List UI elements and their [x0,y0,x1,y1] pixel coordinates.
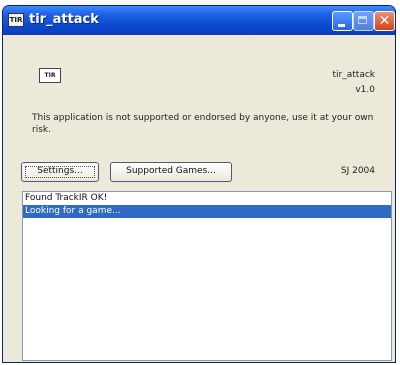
app-icon: TIR [8,13,24,27]
settings-button[interactable]: Settings... [21,162,99,182]
window-title: tir_attack [29,12,99,27]
title-bar[interactable]: TIR tir_attack ✕ [3,6,395,35]
focus-ring [25,166,95,178]
log-line[interactable]: Found TrackIR OK! [23,192,391,205]
disclaimer-text: This application is not supported or end… [32,113,374,135]
log-line-selected[interactable]: Looking for a game... [23,205,391,218]
supported-games-button[interactable]: Supported Games... [110,162,232,182]
log-listbox[interactable]: Found TrackIR OK! Looking for a game... [22,191,392,361]
maximize-button[interactable] [353,11,374,31]
minimize-button[interactable] [332,11,353,31]
trackir-logo: TIR [39,68,61,83]
app-version: v1.0 [355,85,375,95]
close-button[interactable]: ✕ [374,11,395,31]
copyright-text: SJ 2004 [340,166,375,176]
app-window: TIR tir_attack ✕ TIR tir_attack v1.0 Thi… [2,5,396,363]
close-icon: ✕ [378,13,391,29]
app-name: tir_attack [332,70,375,80]
supported-games-button-label: Supported Games... [126,166,216,176]
